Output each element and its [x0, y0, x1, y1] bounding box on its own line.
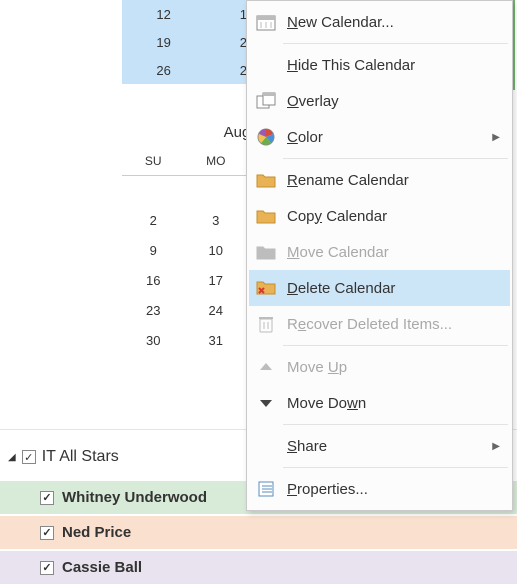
- group-title: IT All Stars: [42, 448, 119, 466]
- menu-item-delete-calendar[interactable]: Delete Calendar: [249, 270, 510, 306]
- submenu-arrow-icon: ▶: [492, 441, 500, 452]
- menu-item-hide-this-calendar[interactable]: Hide This Calendar: [249, 47, 510, 83]
- group-checkbox[interactable]: ✓: [22, 450, 36, 464]
- day-cell[interactable]: 12: [122, 0, 205, 28]
- menu-item-properties[interactable]: Properties...: [249, 471, 510, 507]
- person-name: Ned Price: [62, 524, 131, 541]
- collapse-triangle-icon: ◢: [8, 452, 16, 463]
- context-menu: New Calendar... Hide This Calendar Overlay…: [246, 0, 513, 511]
- person-checkbox[interactable]: ✓: [40, 491, 54, 505]
- person-name: Whitney Underwood: [62, 489, 207, 506]
- no-icon: [255, 54, 277, 76]
- day-cell: [122, 175, 185, 205]
- menu-item-color[interactable]: Color ▶: [249, 119, 510, 155]
- day-cell[interactable]: 16: [122, 265, 185, 295]
- menu-item-rename-calendar[interactable]: Rename Calendar: [249, 162, 510, 198]
- menu-item-new-calendar[interactable]: New Calendar...: [249, 4, 510, 40]
- calendar-new-icon: [255, 11, 277, 33]
- person-name: Cassie Ball: [62, 559, 142, 576]
- menu-separator: [283, 345, 508, 346]
- dow-header: SU: [122, 147, 185, 175]
- person-checkbox[interactable]: ✓: [40, 526, 54, 540]
- menu-separator: [283, 43, 508, 44]
- menu-separator: [283, 158, 508, 159]
- day-cell[interactable]: 24: [185, 295, 248, 325]
- calendar-person-row[interactable]: ✓ Ned Price: [0, 515, 517, 550]
- menu-item-move-up: Move Up: [249, 349, 510, 385]
- menu-item-label: Move Calendar: [287, 244, 500, 261]
- menu-item-label: Rename Calendar: [287, 172, 500, 189]
- menu-item-label: Overlay: [287, 93, 500, 110]
- menu-item-label: Move Up: [287, 359, 500, 376]
- rename-icon: [255, 169, 277, 191]
- menu-item-label: Color: [287, 129, 482, 146]
- menu-item-label: Properties...: [287, 481, 500, 498]
- day-cell[interactable]: 10: [185, 235, 248, 265]
- calendar-person-row[interactable]: ✓ Cassie Ball: [0, 550, 517, 585]
- day-cell[interactable]: 2: [122, 205, 185, 235]
- menu-separator: [283, 467, 508, 468]
- menu-item-copy-calendar[interactable]: Copy Calendar: [249, 198, 510, 234]
- menu-item-label: Delete Calendar: [287, 280, 500, 297]
- day-cell[interactable]: 17: [185, 265, 248, 295]
- menu-item-label: Share: [287, 438, 482, 455]
- day-cell: [185, 175, 248, 205]
- day-cell[interactable]: 26: [122, 56, 205, 84]
- day-cell[interactable]: 30: [122, 325, 185, 355]
- menu-item-label: Hide This Calendar: [287, 57, 500, 74]
- submenu-arrow-icon: ▶: [492, 132, 500, 143]
- menu-item-move-down[interactable]: Move Down: [249, 385, 510, 421]
- day-cell[interactable]: 31: [185, 325, 248, 355]
- day-cell[interactable]: 23: [122, 295, 185, 325]
- day-cell[interactable]: 19: [122, 28, 205, 56]
- menu-item-overlay[interactable]: Overlay: [249, 83, 510, 119]
- up-icon: [255, 356, 277, 378]
- menu-item-label: New Calendar...: [287, 14, 500, 31]
- menu-item-share[interactable]: Share ▶: [249, 428, 510, 464]
- day-cell[interactable]: 3: [185, 205, 248, 235]
- move-icon: [255, 241, 277, 263]
- down-icon: [255, 392, 277, 414]
- menu-item-move-calendar: Move Calendar: [249, 234, 510, 270]
- menu-item-label: Recover Deleted Items...: [287, 316, 500, 333]
- no-icon: [255, 435, 277, 457]
- menu-separator: [283, 424, 508, 425]
- menu-item-label: Move Down: [287, 395, 500, 412]
- delete-icon: [255, 277, 277, 299]
- color-icon: [255, 126, 277, 148]
- properties-icon: [255, 478, 277, 500]
- overlay-icon: [255, 90, 277, 112]
- day-cell[interactable]: 9: [122, 235, 185, 265]
- menu-item-recover-deleted-items: Recover Deleted Items...: [249, 306, 510, 342]
- recover-icon: [255, 313, 277, 335]
- copy-icon: [255, 205, 277, 227]
- person-checkbox[interactable]: ✓: [40, 561, 54, 575]
- dow-header: MO: [185, 147, 248, 175]
- menu-item-label: Copy Calendar: [287, 208, 500, 225]
